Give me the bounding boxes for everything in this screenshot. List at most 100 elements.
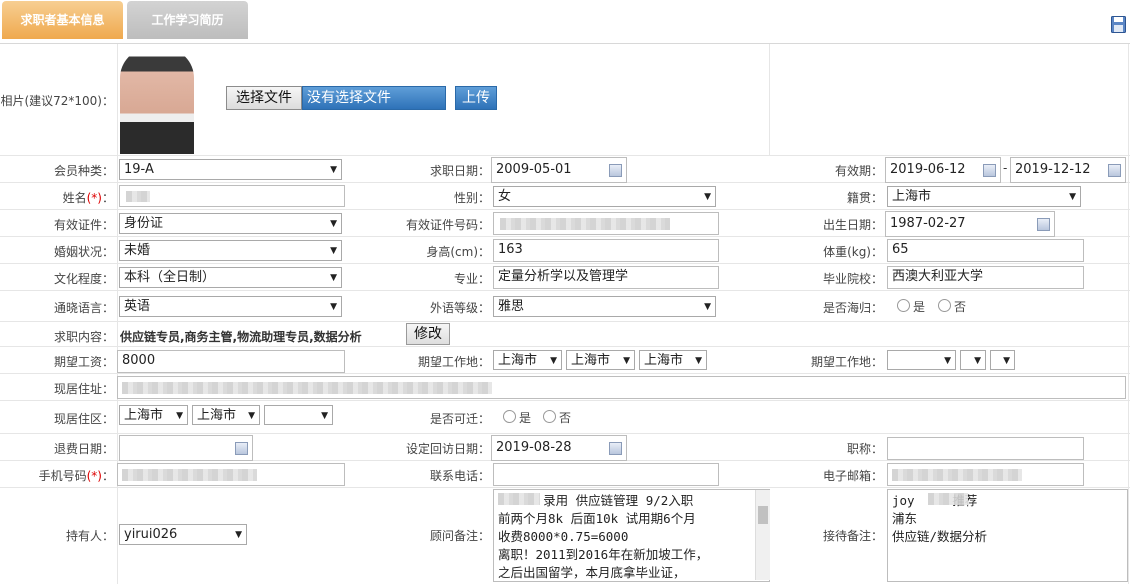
name-input[interactable]: [119, 185, 345, 207]
school-value: 西澳大利亚大学: [892, 269, 984, 284]
apply-date-label: 求职日期：: [429, 164, 490, 178]
marital-select[interactable]: 未婚 ▼: [119, 240, 342, 261]
id-type-select[interactable]: 身份证 ▼: [119, 213, 342, 234]
gender-select[interactable]: 女 ▼: [493, 186, 716, 207]
chevron-down-icon: ▼: [1003, 356, 1010, 366]
area-city-select[interactable]: 上海市 ▼: [192, 405, 260, 425]
chevron-down-icon: ▼: [330, 165, 337, 175]
phone-label: 联系电话：: [429, 469, 490, 483]
title-label: 职称：: [846, 442, 883, 456]
address-input[interactable]: [117, 376, 1126, 399]
major-input[interactable]: 定量分析学以及管理学: [493, 266, 719, 289]
wp2-province-select[interactable]: ▼: [887, 350, 956, 370]
tab-work-history[interactable]: 工作学习简历: [127, 1, 248, 39]
wp-province-select[interactable]: 上海市 ▼: [493, 350, 562, 370]
chevron-down-icon: ▼: [248, 411, 255, 421]
relocate-yes[interactable]: 是: [503, 409, 531, 426]
height-input[interactable]: 163: [493, 239, 719, 262]
save-icon[interactable]: [1111, 16, 1126, 33]
chevron-down-icon: ▼: [330, 302, 337, 312]
scrollbar-thumb[interactable]: [758, 506, 768, 524]
height-value: 163: [498, 242, 523, 257]
valid-from-value: 2019-06-12: [890, 162, 966, 177]
mobile-label: 手机号码(*)：: [38, 469, 114, 483]
valid-period-label: 有效期：: [834, 164, 883, 178]
chevron-down-icon: ▼: [176, 411, 183, 421]
chevron-down-icon: ▼: [695, 356, 702, 366]
relocate-no[interactable]: 否: [543, 409, 571, 426]
birth-date-input[interactable]: 1987-02-27: [885, 211, 1055, 237]
radio-icon[interactable]: [543, 410, 556, 423]
native-place-value: 上海市: [892, 189, 932, 204]
marital-value: 未婚: [124, 243, 151, 258]
holder-select[interactable]: yirui026 ▼: [119, 524, 247, 545]
id-number-input[interactable]: [493, 212, 719, 235]
foreign-level-select[interactable]: 雅思 ▼: [493, 296, 716, 317]
calendar-icon[interactable]: [983, 164, 996, 177]
modify-button[interactable]: 修改: [406, 323, 450, 345]
language-select[interactable]: 英语 ▼: [119, 296, 342, 317]
calendar-icon[interactable]: [1037, 218, 1050, 231]
area-province-select[interactable]: 上海市 ▼: [119, 405, 188, 425]
member-type-select[interactable]: 19-A ▼: [119, 159, 342, 180]
apply-date-value: 2009-05-01: [496, 162, 572, 177]
tab-basic-info[interactable]: 求职者基本信息: [2, 1, 123, 39]
revisit-date-input[interactable]: 2019-08-28: [491, 435, 627, 461]
id-number-label: 有效证件号码：: [405, 218, 490, 232]
salary-value: 8000: [122, 353, 156, 368]
returnee-no[interactable]: 否: [938, 298, 966, 315]
returnee-yes[interactable]: 是: [897, 298, 925, 315]
native-place-select[interactable]: 上海市 ▼: [887, 186, 1081, 207]
radio-icon[interactable]: [938, 299, 951, 312]
area-label: 现居住区：: [53, 412, 114, 426]
returnee-label: 是否海归：: [822, 301, 883, 315]
radio-icon[interactable]: [503, 410, 516, 423]
work-place-label: 期望工作地：: [417, 355, 490, 369]
choose-file-button[interactable]: 选择文件: [226, 86, 302, 110]
no-file-text: 没有选择文件: [302, 86, 446, 110]
valid-to-value: 2019-12-12: [1015, 162, 1091, 177]
revisit-date-value: 2019-08-28: [496, 440, 572, 455]
calendar-icon[interactable]: [235, 442, 248, 455]
email-input[interactable]: [887, 463, 1084, 486]
chevron-down-icon: ▼: [623, 356, 630, 366]
redacted-name: [498, 493, 540, 505]
wp-city-select[interactable]: 上海市 ▼: [566, 350, 635, 370]
wp-district-select[interactable]: 上海市 ▼: [639, 350, 707, 370]
title-input[interactable]: [887, 437, 1084, 460]
refund-date-input[interactable]: [119, 435, 253, 461]
weight-value: 65: [892, 242, 909, 257]
valid-to-input[interactable]: 2019-12-12: [1010, 157, 1126, 183]
wp2-city-select[interactable]: ▼: [960, 350, 986, 370]
calendar-icon[interactable]: [609, 164, 622, 177]
id-type-label: 有效证件：: [53, 218, 114, 232]
radio-icon[interactable]: [897, 299, 910, 312]
birth-date-value: 1987-02-27: [890, 216, 966, 231]
upload-button[interactable]: 上传: [455, 86, 497, 110]
weight-input[interactable]: 65: [887, 239, 1084, 262]
mobile-input[interactable]: [117, 463, 345, 486]
school-input[interactable]: 西澳大利亚大学: [887, 266, 1084, 289]
area-district-select[interactable]: ▼: [264, 405, 333, 425]
foreign-level-label: 外语等级：: [429, 301, 490, 315]
tab-bar: 求职者基本信息 工作学习简历: [0, 0, 1130, 44]
id-type-value: 身份证: [124, 216, 164, 231]
education-value: 本科（全日制）: [124, 270, 216, 285]
member-type-value: 19-A: [124, 162, 154, 177]
wp2-district-select[interactable]: ▼: [990, 350, 1015, 370]
salary-input[interactable]: 8000: [117, 350, 345, 373]
phone-input[interactable]: [493, 463, 719, 486]
calendar-icon[interactable]: [609, 442, 622, 455]
email-label: 电子邮箱：: [822, 469, 883, 483]
relocate-label: 是否可迁：: [429, 412, 490, 426]
holder-label: 持有人：: [65, 529, 114, 543]
job-content-value: 供应链专员,商务主管,物流助理专员,数据分析: [120, 330, 362, 344]
valid-from-input[interactable]: 2019-06-12: [885, 157, 1001, 183]
reception-note-textarea[interactable]: joy 推荐 浦东 供应链/数据分析: [887, 489, 1128, 582]
education-label: 文化程度：: [53, 272, 114, 286]
calendar-icon[interactable]: [1108, 164, 1121, 177]
chevron-down-icon: ▼: [330, 219, 337, 229]
education-select[interactable]: 本科（全日制） ▼: [119, 267, 342, 288]
apply-date-input[interactable]: 2009-05-01: [491, 157, 627, 183]
valid-dash: -: [1003, 161, 1008, 175]
